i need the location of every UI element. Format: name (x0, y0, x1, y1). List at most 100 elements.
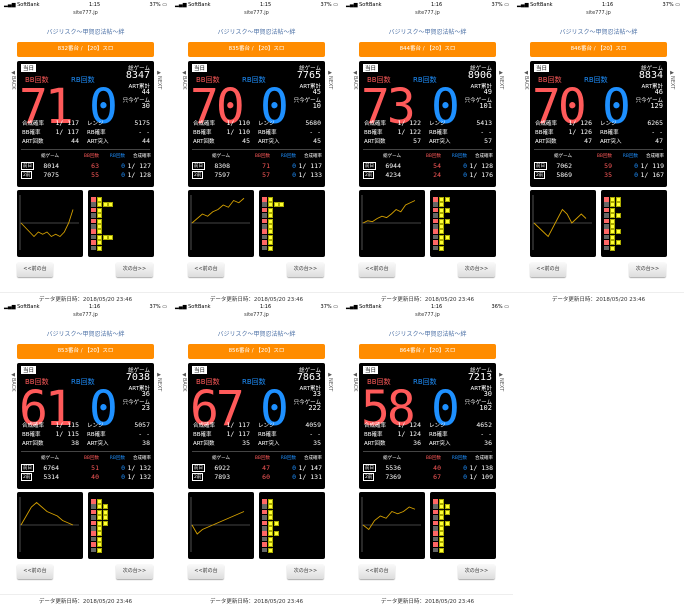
next-arrow[interactable]: ▶NEXT (668, 70, 675, 89)
art-count-value: 36 (413, 439, 421, 447)
url-bar[interactable]: site777.jp (0, 10, 171, 17)
url-bar[interactable]: site777.jp (171, 10, 342, 17)
history-day-label: 前日 (192, 162, 205, 170)
machine-name-button[interactable]: 844番台 / 【20】スロ (359, 42, 496, 57)
histogram-row-label (262, 531, 267, 536)
machine-name-button[interactable]: 864番台 / 【20】スロ (359, 344, 496, 359)
prev-machine-button[interactable]: <<前の台 (188, 564, 224, 579)
next-machine-button[interactable]: 次の台>> (287, 262, 324, 277)
histogram-bar-cell (97, 234, 102, 240)
history-header: 総ゲーム (212, 456, 230, 461)
range-label: レンジ (429, 423, 446, 429)
total-game-value: 7038 (125, 372, 150, 383)
history-header: RB回数 (109, 154, 125, 159)
histogram-row-label (433, 547, 438, 553)
slump-line (362, 200, 416, 224)
histogram-row-label (91, 504, 96, 509)
art-total-value: 33 (312, 390, 321, 398)
prev-machine-button[interactable]: <<前の台 (188, 262, 224, 277)
histogram-bar-cell (268, 207, 273, 213)
prev-machine-button[interactable]: <<前の台 (359, 262, 395, 277)
next-machine-button[interactable]: 次の台>> (458, 564, 495, 579)
url-bar[interactable]: site777.jp (342, 10, 513, 17)
combined-label: 合成確率 (364, 121, 387, 127)
url-bar[interactable]: site777.jp (342, 312, 513, 319)
histogram-row-label (604, 229, 609, 234)
next-machine-button[interactable]: 次の台>> (287, 564, 324, 579)
history-value: 67 (433, 473, 441, 481)
back-arrow[interactable]: ◀BACK (180, 70, 187, 90)
history-value: 1/ 138 (469, 464, 493, 472)
history-header: BB回数 (83, 456, 99, 461)
back-arrow[interactable]: ◀BACK (9, 372, 16, 392)
histogram-bar-cell (97, 202, 102, 208)
back-arrow[interactable]: ◀BACK (522, 70, 529, 90)
star-icon: ★ (262, 493, 266, 498)
machine-name-button[interactable]: 832番台 / 【20】スロ (17, 42, 154, 57)
machine-name-button[interactable]: 853番台 / 【20】スロ (17, 344, 154, 359)
slump-graph (188, 492, 254, 559)
art-entry-value: 44 (142, 137, 150, 145)
history-day-label: 2前 (534, 171, 546, 179)
graph-axis (532, 195, 592, 250)
machine-name-button[interactable]: 835番台 / 【20】スロ (188, 42, 325, 57)
histogram-row-label (433, 213, 438, 218)
history-header: 総ゲーム (41, 154, 59, 159)
prev-machine-button[interactable]: <<前の台 (530, 262, 566, 277)
next-arrow[interactable]: ▶NEXT (155, 372, 162, 391)
back-arrow[interactable]: ◀BACK (351, 372, 358, 392)
history-header: 合成確率 (304, 154, 322, 159)
back-arrow[interactable]: ◀BACK (180, 372, 187, 392)
next-arrow[interactable]: ▶NEXT (497, 372, 504, 391)
next-arrow[interactable]: ▶NEXT (326, 70, 333, 89)
histogram-bar-cell (615, 213, 621, 219)
art-entry-label: ART突入 (258, 139, 280, 145)
history-value: 0 (292, 464, 296, 472)
histogram-row-label (91, 202, 96, 207)
histogram-bar-cell (108, 234, 113, 240)
clock: 1:16 (601, 2, 614, 8)
site-title: バジリスク～甲賀忍法帖～絆 (46, 331, 125, 338)
url-bar[interactable]: site777.jp (171, 312, 342, 319)
next-machine-button[interactable]: 次の台>> (629, 262, 666, 277)
machine-name-button[interactable]: 846番台 / 【20】スロ (530, 42, 667, 57)
history-value: 1/ 128 (127, 171, 151, 179)
prev-machine-button[interactable]: <<前の台 (17, 262, 53, 277)
back-arrow[interactable]: ◀BACK (351, 70, 358, 90)
histogram-bar-cell (273, 202, 279, 208)
next-arrow[interactable]: ▶NEXT (155, 70, 162, 89)
prev-machine-button[interactable]: <<前の台 (359, 564, 395, 579)
histogram-bar-cell (97, 547, 102, 553)
histogram-bar-cell (102, 504, 108, 510)
combined-value: 1/ 110 (226, 119, 250, 127)
next-arrow[interactable]: ▶NEXT (497, 70, 504, 89)
next-machine-button[interactable]: 次の台>> (116, 262, 153, 277)
art-entry-value: 57 (484, 137, 492, 145)
prev-machine-button[interactable]: <<前の台 (17, 564, 53, 579)
histogram-bar-cell (97, 224, 102, 229)
slump-chart (190, 497, 250, 552)
art-count-label: ART回数 (364, 441, 386, 447)
next-machine-button[interactable]: 次の台>> (116, 564, 153, 579)
art-count-label: ART回数 (193, 441, 215, 447)
url-bar[interactable]: site777.jp (0, 312, 171, 319)
status-bar: ▂▄▆ SoftBank 1:15 37% ▭ (171, 0, 342, 10)
next-arrow[interactable]: ▶NEXT (326, 372, 333, 391)
histogram-max-label: +100 (483, 493, 494, 498)
histogram-max-label: +100 (141, 493, 152, 498)
carrier: ▂▄▆ SoftBank (175, 304, 211, 310)
history-value: 1/ 117 (298, 162, 322, 170)
history-value: 1/ 109 (469, 473, 493, 481)
back-arrow[interactable]: ◀BACK (9, 70, 16, 90)
histogram-bar-cell (439, 547, 444, 553)
url-bar[interactable]: site777.jp (513, 10, 684, 17)
combined-value: 1/ 124 (397, 421, 421, 429)
clock: 1:16 (430, 304, 443, 310)
data-board: 当日 BB回数 RB回数 70 0 総ゲーム 7765 ART累計 45 只今ゲーム 10 合成確率 1… (188, 61, 325, 187)
machine-name-button[interactable]: 856番台 / 【20】スロ (188, 344, 325, 359)
current-game-value: 23 (141, 404, 150, 412)
slump-graph (359, 492, 425, 559)
star-icon: ★ (91, 191, 95, 196)
art-count-value: 38 (71, 439, 79, 447)
next-machine-button[interactable]: 次の台>> (458, 262, 495, 277)
